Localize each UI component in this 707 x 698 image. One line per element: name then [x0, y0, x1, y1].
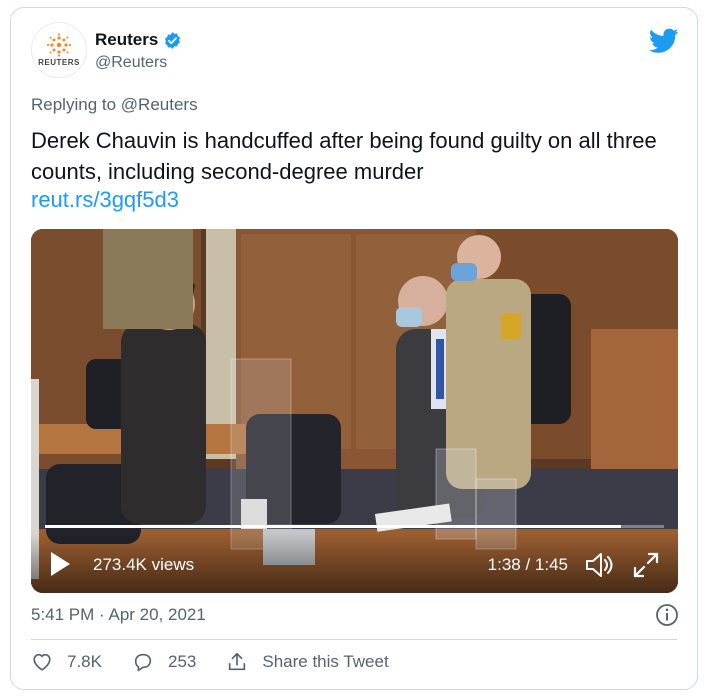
like-button[interactable]: 7.8K [31, 651, 102, 673]
tweet-link[interactable]: reut.rs/3gqf5d3 [31, 187, 179, 213]
video-progress-bar[interactable] [45, 525, 664, 528]
replying-to: Replying to @Reuters [31, 95, 198, 115]
share-label: Share this Tweet [262, 652, 389, 671]
heart-icon [33, 653, 51, 671]
fullscreen-icon[interactable] [632, 551, 660, 579]
like-count: 7.8K [67, 652, 102, 671]
verified-badge-icon [165, 31, 181, 49]
avatar-brand-text: REUTERS [38, 58, 80, 67]
video-progress-fill [45, 525, 621, 528]
reply-bubble-icon [134, 653, 152, 672]
author-name[interactable]: Reuters [95, 30, 158, 50]
video-time: 1:38 / 1:45 [487, 555, 568, 574]
author-handle[interactable]: @Reuters [95, 54, 167, 72]
tweet-card: REUTERS Reuters @Reuters Replying to @Re… [10, 7, 698, 690]
video-player[interactable]: 273.4K views 1:38 / 1:45 [31, 229, 678, 593]
divider [31, 639, 677, 640]
author-name-row: Reuters [95, 30, 182, 50]
share-button[interactable]: Share this Tweet [226, 651, 389, 673]
tweet-timestamp[interactable]: 5:41 PM · Apr 20, 2021 [31, 605, 206, 625]
view-count: 273.4K views [93, 555, 195, 574]
info-icon[interactable] [655, 603, 679, 627]
tweet-actions: 7.8K 253 Share this Tweet [31, 651, 389, 673]
replying-mention[interactable]: @Reuters [121, 95, 198, 114]
reply-button[interactable]: 253 [132, 651, 196, 673]
reply-count: 253 [167, 652, 197, 671]
tweet-text: Derek Chauvin is handcuffed after being … [31, 128, 657, 184]
author-avatar[interactable]: REUTERS [31, 22, 87, 78]
twitter-bird-icon[interactable] [649, 28, 679, 54]
play-icon[interactable] [49, 551, 71, 577]
reuters-logo-icon [46, 33, 72, 57]
volume-muted-icon[interactable] [584, 551, 614, 579]
share-icon [229, 652, 246, 671]
replying-prefix: Replying to [31, 95, 121, 114]
